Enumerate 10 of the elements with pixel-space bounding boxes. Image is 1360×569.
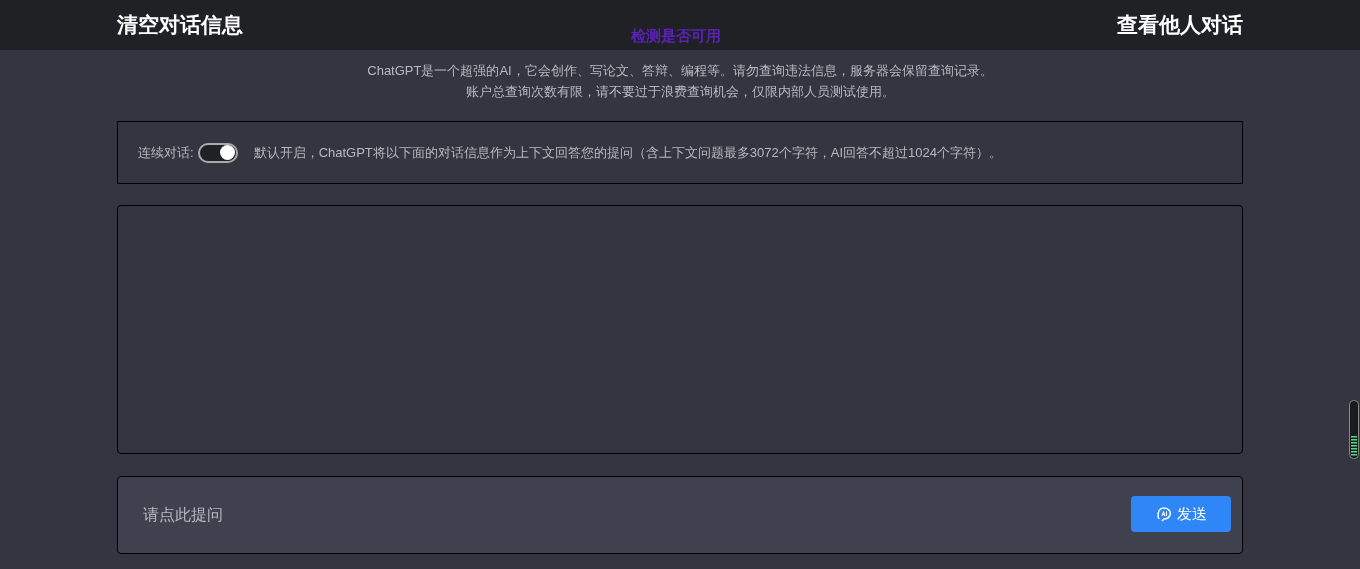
send-button[interactable]: 发送	[1131, 496, 1231, 532]
notice-text: 账户总查询次数有限，请不要过于浪费查询机会，仅限内部人员测试使用。	[465, 83, 895, 100]
context-description: 默认开启，ChatGPT将以下面的对话信息作为上下文回答您的提问（含上下文问题最多3072个字符，AI回答不超过1024个字符）。	[253, 143, 1002, 162]
level-meter-icon	[1349, 400, 1359, 459]
context-label: 连续对话:	[138, 143, 194, 162]
toggle-switch[interactable]	[197, 142, 238, 163]
view-others-chat-link[interactable]: 查看他人对话	[1117, 14, 1243, 35]
notice-text: ChatGPT是一个超强的AI，它会创作、写论文、答辩、编程等。请勿查询违法信息，服务器会保留查询记录。	[367, 62, 993, 79]
clear-chat-link[interactable]: 清空对话信息	[117, 14, 243, 35]
ai-icon	[1155, 506, 1172, 522]
